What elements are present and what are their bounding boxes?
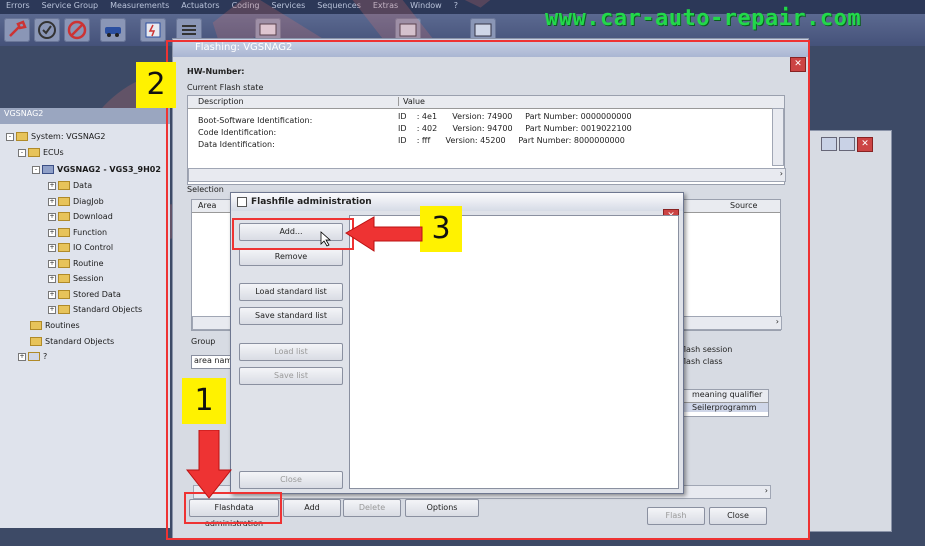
close-button[interactable]: ✕ [857, 137, 873, 152]
tree-node-label: DiagJob [73, 197, 104, 206]
check-circle-icon [38, 21, 56, 39]
tree-node-label: Function [73, 228, 108, 237]
tool-button-wrench[interactable] [4, 18, 30, 42]
expand-icon[interactable]: + [48, 181, 56, 190]
tree-node-io-control[interactable]: + IO Control [48, 243, 113, 252]
tree-node-function[interactable]: + Function [48, 228, 107, 237]
folder-icon [58, 197, 70, 206]
maximize-button[interactable] [839, 137, 855, 151]
tree-node-routine[interactable]: + Routine [48, 259, 104, 268]
folder-icon [28, 148, 40, 157]
expand-icon[interactable]: + [48, 212, 56, 221]
tool-button-car[interactable] [100, 18, 126, 42]
system-tree-window: VGSNAG2 - System: VGSNAG2 - ECUs - VGSNAG2 … [0, 108, 170, 528]
wrench-icon [9, 20, 27, 37]
tree-node-standard-objects[interactable]: + Standard Objects [48, 305, 142, 314]
tree-window-title: VGSNAG2 [0, 108, 170, 124]
tree-node-ecus[interactable]: - ECUs [18, 148, 64, 157]
folder-icon [58, 212, 70, 221]
tree-node-label: Routine [73, 259, 104, 268]
no-entry-icon [67, 20, 87, 40]
collapse-icon[interactable]: - [6, 132, 14, 141]
folder-icon [30, 321, 42, 330]
tree-node-system[interactable]: - System: VGSNAG2 [6, 132, 105, 141]
tree-node-label: VGSNAG2 - VGS3_9H02 [57, 165, 161, 174]
expand-icon[interactable]: + [48, 228, 56, 237]
tree-node-session[interactable]: + Session [48, 274, 104, 283]
folder-icon [58, 305, 70, 314]
tree-node-help[interactable]: +? [18, 352, 47, 361]
tree-node-ecu[interactable]: - VGSNAG2 - VGS3_9H02 [32, 165, 161, 174]
tree-node-label: Data [73, 181, 93, 190]
annotation-frame-add [232, 218, 354, 250]
collapse-icon[interactable]: - [18, 148, 26, 157]
tree-node-label: Standard Objects [73, 305, 143, 314]
ecu-icon [42, 165, 54, 174]
watermark-url: www.car-auto-repair.com [545, 6, 862, 31]
arrow-left-icon [345, 216, 423, 252]
tree-node-label: Session [73, 274, 104, 283]
folder-icon [30, 337, 42, 346]
folder-icon [58, 228, 70, 237]
annotation-number-1: 1 [182, 378, 226, 424]
expand-icon[interactable]: + [18, 352, 26, 361]
expand-icon[interactable]: + [48, 274, 56, 283]
folder-icon [58, 259, 70, 268]
tree-node-stored-data[interactable]: + Stored Data [48, 290, 121, 299]
expand-icon[interactable]: + [48, 259, 56, 268]
expand-icon[interactable]: + [48, 305, 56, 314]
tree-node-label: ECUs [43, 148, 64, 157]
tool-button-noentry[interactable] [64, 18, 90, 42]
tree-node-label: Download [73, 212, 113, 221]
annotation-number-2: 2 [136, 62, 176, 108]
tree-node-routines[interactable]: Routines [30, 321, 80, 330]
folder-icon [58, 181, 70, 190]
tree-node-label: Routines [45, 321, 80, 330]
tree-node-standard-objects-root[interactable]: Standard Objects [30, 337, 114, 346]
arrow-down-icon [185, 430, 233, 499]
expand-icon[interactable]: + [48, 243, 56, 252]
system-icon [16, 132, 28, 141]
tree-node-label: System: VGSNAG2 [31, 132, 106, 141]
tree-node-label: ? [43, 352, 48, 361]
folder-icon [58, 290, 70, 299]
menu-errors[interactable]: Errors [0, 0, 36, 11]
tree-node-data[interactable]: + Data [48, 181, 92, 190]
expand-icon[interactable]: + [48, 290, 56, 299]
tree-node-download[interactable]: + Download [48, 212, 113, 221]
tree-node-label: IO Control [73, 243, 114, 252]
collapse-icon[interactable]: - [32, 165, 40, 174]
tree-node-label: Stored Data [73, 290, 121, 299]
annotation-number-3: 3 [420, 206, 462, 252]
folder-icon [58, 243, 70, 252]
menu-service-group[interactable]: Service Group [36, 0, 104, 11]
folder-icon [58, 274, 70, 283]
help-icon [28, 352, 40, 361]
tool-button-check[interactable] [34, 18, 60, 42]
annotation-frame-flashing [166, 40, 810, 540]
tree-node-diagjob[interactable]: + DiagJob [48, 197, 104, 206]
car-icon [105, 27, 121, 37]
expand-icon[interactable]: + [48, 197, 56, 206]
minimize-button[interactable] [821, 137, 837, 151]
tree-node-label: Standard Objects [45, 337, 115, 346]
background-window: ✕ [800, 130, 892, 532]
